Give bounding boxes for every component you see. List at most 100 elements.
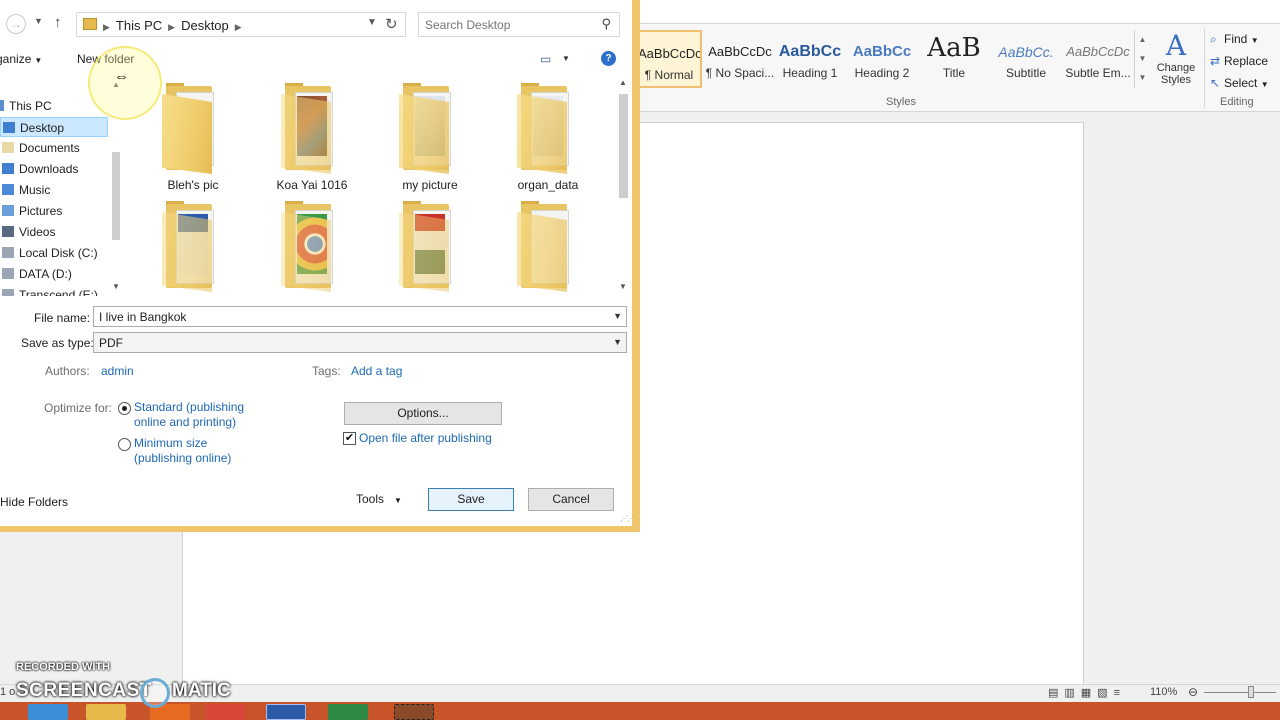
select-label: Select	[1224, 76, 1258, 90]
style-no-spacing[interactable]: AaBbCcDc ¶ No Spaci...	[704, 30, 776, 88]
style-subtle-emphasis[interactable]: AaBbCcDc Subtle Em...	[1062, 30, 1134, 88]
word-taskbar-icon[interactable]	[266, 704, 306, 720]
nav-item-pictures[interactable]: Pictures	[0, 201, 108, 221]
chevron-down-icon[interactable]: ▼	[562, 54, 570, 63]
folder-location-icon	[83, 18, 97, 30]
style-subtitle[interactable]: AaBbCc. Subtitle	[990, 30, 1062, 88]
style-sample: AaBbCcDc	[638, 46, 702, 61]
up-button[interactable]: ↑	[54, 14, 62, 31]
nav-item-desktop[interactable]: Desktop	[0, 117, 108, 137]
file-item-koa-yai-1016[interactable]: Koa Yai 1016	[257, 78, 367, 192]
file-item-pdf-folder[interactable]	[375, 196, 485, 296]
zoom-level[interactable]: 110%	[1150, 686, 1177, 698]
cancel-button[interactable]: Cancel	[528, 488, 614, 511]
more-styles-icon[interactable]: ▼	[1135, 68, 1150, 87]
change-view-icon[interactable]: ▭	[540, 52, 551, 66]
optimize-standard-radio[interactable]	[118, 402, 131, 415]
chrome-taskbar-icon[interactable]	[206, 704, 246, 720]
explorer-taskbar-icon[interactable]	[86, 704, 126, 720]
drive-icon	[2, 247, 14, 258]
open-after-publishing-checkbox[interactable]: ✔	[343, 432, 356, 445]
nav-item-data-d[interactable]: DATA (D:)	[0, 264, 108, 284]
back-button[interactable]: →	[6, 14, 26, 34]
optimize-standard-label[interactable]: Standard (publishing online and printing…	[134, 400, 274, 430]
chevron-down-icon[interactable]: ▼	[613, 337, 622, 347]
file-list: Bleh's pic Koa Yai 1016 my picture organ…	[130, 78, 616, 296]
tags-field[interactable]: Add a tag	[351, 364, 402, 378]
breadcrumb-this-pc[interactable]: This PC	[116, 18, 162, 33]
view-mode-icons[interactable]: ▤▥▦▧≡	[1048, 686, 1126, 699]
nav-item-this-pc[interactable]: This PC	[0, 96, 98, 116]
chevron-down-icon[interactable]: ▼	[367, 17, 377, 28]
recent-locations-button[interactable]: ▼	[34, 16, 43, 26]
search-icon[interactable]: ⚲	[601, 16, 611, 32]
save-type-select[interactable]: PDF ▼	[93, 332, 627, 353]
excel-taskbar-icon[interactable]	[328, 704, 368, 720]
chevron-down-icon[interactable]: ▼	[613, 311, 622, 321]
page-count[interactable]: 1 o	[0, 686, 15, 698]
tools-button[interactable]: Tools ▼	[356, 492, 402, 506]
file-item-word-folder[interactable]	[138, 196, 248, 296]
scrollbar-thumb[interactable]	[112, 152, 120, 240]
file-item-folder[interactable]	[493, 196, 603, 296]
style-title[interactable]: AaB Title	[918, 30, 990, 88]
file-item-organ-data[interactable]: organ_data	[493, 78, 603, 192]
tags-label: Tags:	[312, 364, 341, 378]
file-name-value: I live in Bangkok	[99, 310, 187, 324]
open-after-publishing-label[interactable]: Open file after publishing	[359, 431, 492, 445]
style-name: Subtle Em...	[1065, 66, 1131, 80]
chevron-down-icon[interactable]: ▼	[112, 282, 120, 291]
chevron-down-icon[interactable]: ▼	[1135, 49, 1150, 68]
zoom-out-icon[interactable]: ⊖	[1188, 685, 1198, 699]
find-button[interactable]: ⌕ Find ▼	[1210, 32, 1259, 47]
optimize-minimum-label[interactable]: Minimum size (publishing online)	[134, 436, 264, 466]
chevron-right-icon[interactable]: ▶	[235, 22, 242, 32]
organize-button[interactable]: ganize▼	[0, 52, 42, 66]
file-item-my-picture[interactable]: my picture	[375, 78, 485, 192]
scrollbar-thumb[interactable]	[619, 94, 628, 198]
chevron-right-icon[interactable]: ▶	[168, 22, 175, 32]
authors-field[interactable]: admin	[101, 364, 134, 378]
file-item-chrome-folder[interactable]	[257, 196, 367, 296]
nav-item-music[interactable]: Music	[0, 180, 108, 200]
refresh-icon[interactable]: ↻	[385, 15, 398, 33]
search-input[interactable]	[425, 17, 595, 33]
watermark-screencast: SCREENCAST	[16, 680, 152, 701]
style-heading-2[interactable]: AaBbCc Heading 2	[846, 30, 918, 88]
chevron-up-icon[interactable]: ▲	[619, 78, 627, 87]
file-list-scrollbar[interactable]: ▲ ▼	[616, 78, 630, 296]
search-box[interactable]: ⚲	[418, 12, 620, 37]
optimize-minimum-radio[interactable]	[118, 438, 131, 451]
chevron-down-icon[interactable]: ▼	[619, 282, 627, 291]
nav-item-transcend-e[interactable]: Transcend (E:)	[0, 285, 108, 296]
style-normal[interactable]: AaBbCcDc ¶ Normal	[636, 30, 702, 88]
nav-item-videos[interactable]: Videos	[0, 222, 108, 242]
hide-folders-button[interactable]: Hide Folders	[0, 495, 68, 509]
nav-item-local-disk-c[interactable]: Local Disk (C:)	[0, 243, 108, 263]
zoom-slider[interactable]: ⊖	[1188, 685, 1280, 700]
save-button[interactable]: Save	[428, 488, 514, 511]
file-name: organ_data	[517, 178, 579, 192]
address-bar[interactable]: ▶ This PC ▶ Desktop ▶ ▼ ↻	[76, 12, 406, 37]
change-styles-button[interactable]: A Change Styles	[1152, 30, 1200, 94]
select-button[interactable]: ↖ Select ▼	[1210, 76, 1269, 90]
replace-icon: ⇄	[1210, 54, 1221, 68]
help-icon[interactable]: ?	[601, 51, 616, 66]
breadcrumb-desktop[interactable]: Desktop	[181, 18, 229, 33]
options-button[interactable]: Options...	[344, 402, 502, 425]
chevron-up-icon[interactable]: ▲	[1135, 30, 1150, 49]
resize-grip[interactable]: ⋰⋰	[620, 514, 635, 523]
computer-icon	[0, 100, 4, 111]
styles-gallery-scroll[interactable]: ▲ ▼ ▼	[1134, 30, 1150, 88]
save-type-label: Save as type:	[21, 336, 94, 350]
nav-item-documents[interactable]: Documents	[0, 138, 108, 158]
zoom-thumb[interactable]	[1248, 686, 1254, 698]
snipping-taskbar-icon[interactable]	[394, 704, 434, 720]
ie-taskbar-icon[interactable]	[28, 704, 68, 720]
chevron-right-icon[interactable]: ▶	[103, 22, 110, 32]
file-name-field[interactable]: I live in Bangkok ▼	[93, 306, 627, 327]
style-heading-1[interactable]: AaBbCc Heading 1	[774, 30, 846, 88]
nav-item-downloads[interactable]: Downloads	[0, 159, 108, 179]
replace-button[interactable]: ⇄ Replace	[1210, 54, 1268, 68]
documents-icon	[2, 142, 14, 153]
